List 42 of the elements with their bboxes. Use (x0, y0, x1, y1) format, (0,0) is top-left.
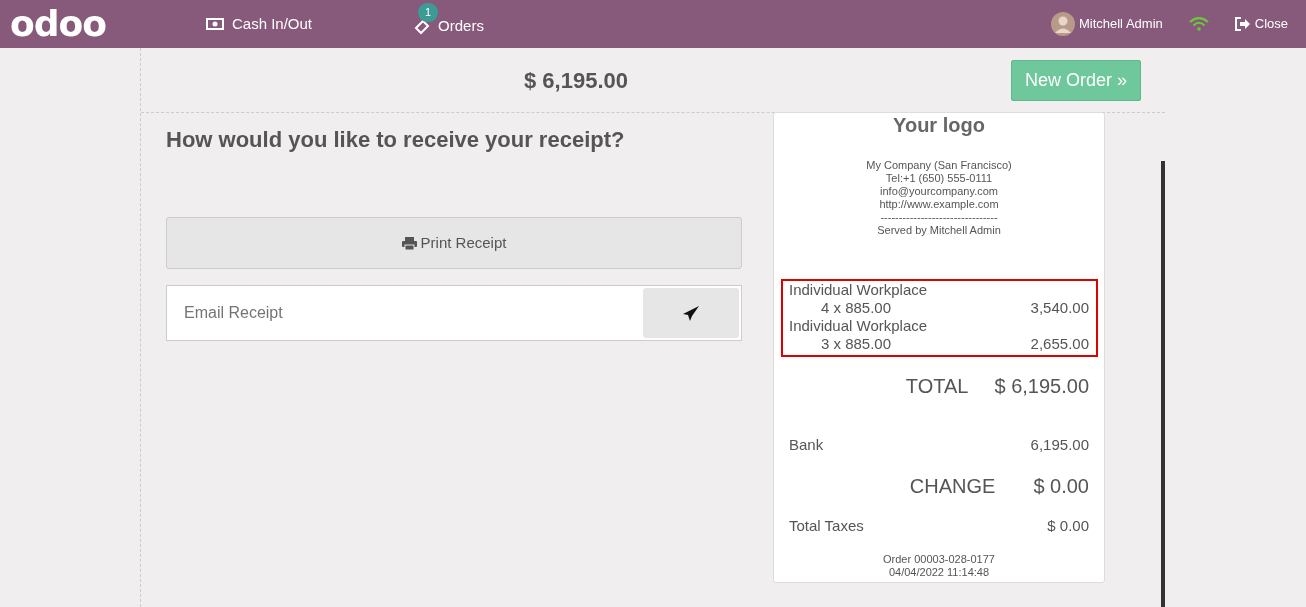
receipt-header-line: Tel:+1 (650) 555-0111 (884, 172, 994, 185)
taxes-amount: $ 0.00 (1047, 515, 1089, 536)
receipt-footer-line: Order 00003-028-0177 (882, 553, 996, 566)
ticket-icon (414, 18, 431, 35)
payment-method: Bank (789, 435, 824, 455)
receipt-header-line: -------------------------------- (879, 211, 999, 224)
payment-amount: 6,195.00 (1030, 435, 1089, 455)
send-button[interactable] (643, 288, 739, 339)
print-receipt-button[interactable]: Print Receipt (166, 217, 742, 270)
receipt-header-line: info@yourcompany.com (879, 185, 999, 198)
line-amount: 3,540.00 (1030, 299, 1089, 317)
quantity-price: 4 x 885.00 (821, 299, 892, 317)
close-button[interactable]: Close (1228, 13, 1294, 35)
change-amount: $ 0.00 (1033, 473, 1089, 499)
paper-plane-icon (683, 305, 699, 321)
receipt-header-line: http://www.example.com (878, 198, 1000, 211)
odoo-logo[interactable]: odoo (10, 6, 200, 42)
user-menu[interactable]: Mitchell Admin (1044, 11, 1169, 37)
banknote-icon (206, 18, 224, 30)
quantity-price: 3 x 885.00 (821, 335, 892, 353)
total-label: TOTAL (905, 374, 969, 399)
receipt-header-line: Served by Mitchell Admin (876, 224, 1002, 237)
product-name: Individual Workplace (789, 281, 929, 299)
sign-out-icon (1234, 17, 1251, 31)
receipt-footer-line: 04/04/2022 11:14:48 (887, 566, 991, 579)
question-heading: How would you like to receive your receipt? (166, 127, 626, 154)
nav-item[interactable]: 1 Orders (408, 3, 490, 39)
printer-icon (401, 236, 417, 250)
count-badge: 1 (418, 3, 439, 22)
email-input-group[interactable]: Email Receipt (166, 285, 742, 342)
total-amount: $ 6,195.00 (994, 374, 1089, 399)
company-logo: Your logo (893, 113, 985, 137)
taxes-label: Total Taxes (789, 515, 864, 536)
line-amount: 2,655.00 (1030, 335, 1089, 353)
change-label: CHANGE (909, 473, 996, 499)
wifi-icon (1188, 17, 1209, 31)
receipt-header-line: My Company (San Francisco) (865, 159, 1013, 172)
avatar-icon (1050, 12, 1075, 36)
nav-item[interactable]: Cash In/Out (200, 11, 319, 37)
scrollbar[interactable] (1161, 161, 1165, 607)
product-name: Individual Workplace (789, 317, 929, 335)
order-total: $ 6,195.00 (523, 66, 629, 95)
